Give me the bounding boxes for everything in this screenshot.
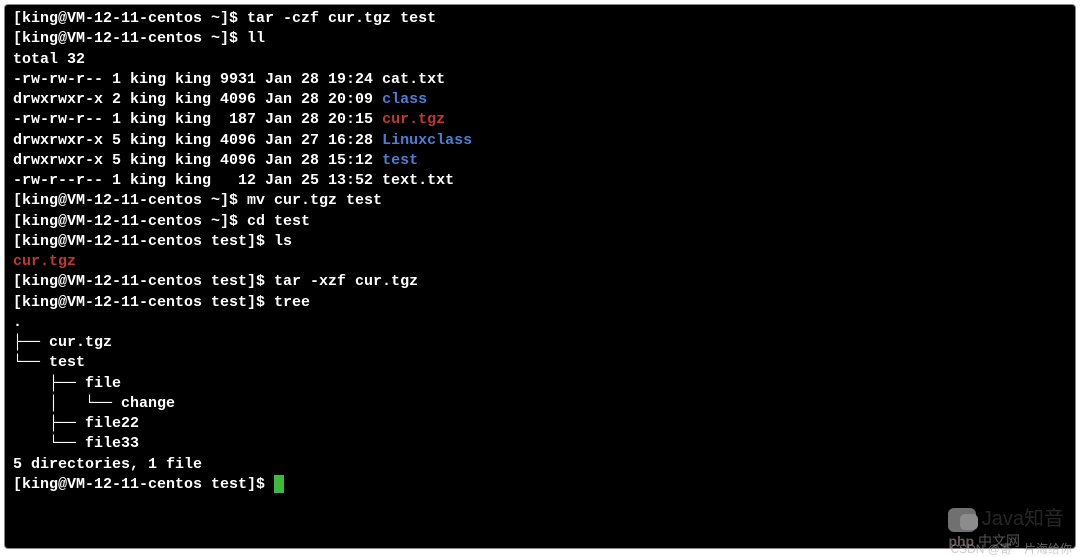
terminal-window[interactable]: [king@VM-12-11-centos ~]$ tar -czf cur.t… bbox=[4, 4, 1076, 549]
terminal-line: [king@VM-12-11-centos test]$ ls bbox=[13, 232, 1067, 252]
terminal-text: drwxrwxr-x 2 king king 4096 Jan 28 20:09 bbox=[13, 91, 382, 108]
watermark-csdn-text: CSDN @寄一片海给你 bbox=[950, 542, 1072, 556]
terminal-text: cur.tgz bbox=[13, 253, 76, 270]
terminal-line: drwxrwxr-x 2 king king 4096 Jan 28 20:09… bbox=[13, 90, 1067, 110]
terminal-text: [king@VM-12-11-centos test]$ bbox=[13, 476, 274, 493]
terminal-text: -rw-r--r-- 1 king king 12 Jan 25 13:52 t… bbox=[13, 172, 454, 189]
terminal-line: [king@VM-12-11-centos ~]$ cd test bbox=[13, 212, 1067, 232]
terminal-text: drwxrwxr-x 5 king king 4096 Jan 28 15:12 bbox=[13, 152, 382, 169]
watermark-java-text: Java知音 bbox=[982, 506, 1064, 533]
terminal-text: drwxrwxr-x 5 king king 4096 Jan 27 16:28 bbox=[13, 132, 382, 149]
terminal-text: -rw-rw-r-- 1 king king 9931 Jan 28 19:24… bbox=[13, 71, 445, 88]
terminal-text: [king@VM-12-11-centos ~]$ tar -czf cur.t… bbox=[13, 10, 436, 27]
terminal-line: -rw-rw-r-- 1 king king 9931 Jan 28 19:24… bbox=[13, 70, 1067, 90]
terminal-line: ├── cur.tgz bbox=[13, 333, 1067, 353]
terminal-text: │ └── change bbox=[13, 395, 175, 412]
cursor bbox=[274, 475, 284, 493]
terminal-line: -rw-r--r-- 1 king king 12 Jan 25 13:52 t… bbox=[13, 171, 1067, 191]
terminal-text: [king@VM-12-11-centos ~]$ cd test bbox=[13, 213, 310, 230]
terminal-text: ├── file bbox=[13, 375, 121, 392]
terminal-text: [king@VM-12-11-centos ~]$ mv cur.tgz tes… bbox=[13, 192, 382, 209]
terminal-text: [king@VM-12-11-centos ~]$ ll bbox=[13, 30, 265, 47]
terminal-line: [king@VM-12-11-centos test]$ tree bbox=[13, 293, 1067, 313]
terminal-text: [king@VM-12-11-centos test]$ ls bbox=[13, 233, 292, 250]
terminal-line: . bbox=[13, 313, 1067, 333]
terminal-text: cur.tgz bbox=[382, 111, 445, 128]
terminal-line: 5 directories, 1 file bbox=[13, 455, 1067, 475]
terminal-text: [king@VM-12-11-centos test]$ tar -xzf cu… bbox=[13, 273, 418, 290]
terminal-line: │ └── change bbox=[13, 394, 1067, 414]
terminal-line: [king@VM-12-11-centos ~]$ ll bbox=[13, 29, 1067, 49]
terminal-line: [king@VM-12-11-centos ~]$ tar -czf cur.t… bbox=[13, 9, 1067, 29]
terminal-text: Linuxclass bbox=[382, 132, 472, 149]
terminal-line: cur.tgz bbox=[13, 252, 1067, 272]
terminal-text: test bbox=[382, 152, 418, 169]
terminal-text: -rw-rw-r-- 1 king king 187 Jan 28 20:15 bbox=[13, 111, 382, 128]
terminal-line: ├── file22 bbox=[13, 414, 1067, 434]
terminal-line: [king@VM-12-11-centos test]$ tar -xzf cu… bbox=[13, 272, 1067, 292]
terminal-text: ├── cur.tgz bbox=[13, 334, 112, 351]
terminal-text: [king@VM-12-11-centos test]$ tree bbox=[13, 294, 310, 311]
terminal-line: └── test bbox=[13, 353, 1067, 373]
wechat-icon bbox=[948, 508, 976, 532]
terminal-line: [king@VM-12-11-centos test]$ bbox=[13, 475, 1067, 495]
terminal-line: -rw-rw-r-- 1 king king 187 Jan 28 20:15 … bbox=[13, 110, 1067, 130]
terminal-line: drwxrwxr-x 5 king king 4096 Jan 28 15:12… bbox=[13, 151, 1067, 171]
terminal-line: └── file33 bbox=[13, 434, 1067, 454]
terminal-text: └── test bbox=[13, 354, 85, 371]
terminal-line: [king@VM-12-11-centos ~]$ mv cur.tgz tes… bbox=[13, 191, 1067, 211]
terminal-text: total 32 bbox=[13, 51, 85, 68]
terminal-line: ├── file bbox=[13, 374, 1067, 394]
terminal-text: ├── file22 bbox=[13, 415, 139, 432]
terminal-line: drwxrwxr-x 5 king king 4096 Jan 27 16:28… bbox=[13, 131, 1067, 151]
terminal-text: └── file33 bbox=[13, 435, 139, 452]
terminal-line: total 32 bbox=[13, 50, 1067, 70]
watermark-java: Java知音 bbox=[948, 506, 1064, 533]
terminal-text: . bbox=[13, 314, 22, 331]
watermark-csdn: CSDN @寄一片海给你 bbox=[950, 541, 1072, 557]
terminal-text: 5 directories, 1 file bbox=[13, 456, 202, 473]
terminal-text: class bbox=[382, 91, 427, 108]
